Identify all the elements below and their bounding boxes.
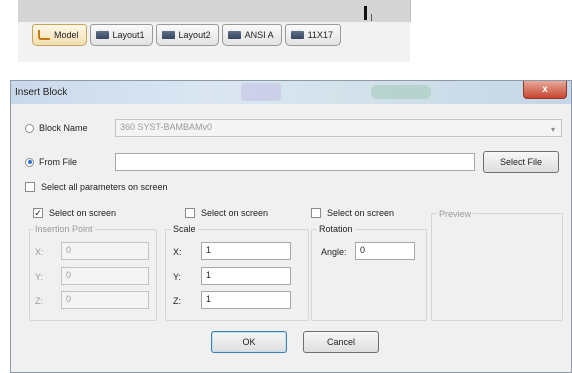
scale-y-label: Y: <box>173 272 182 282</box>
insertion-z-value: 0 <box>66 294 72 304</box>
from-file-option[interactable]: From File <box>25 157 77 167</box>
tab-label: Layout2 <box>178 30 211 40</box>
ok-label: OK <box>242 337 256 347</box>
ok-button[interactable]: OK <box>211 331 287 353</box>
insertion-z-label: Z: <box>35 296 43 306</box>
select-file-label: Select File <box>499 157 543 167</box>
select-all-label: Select all parameters on screen <box>41 182 168 192</box>
insertion-y-value: 0 <box>66 270 72 280</box>
scale-z-label: Z: <box>173 296 181 306</box>
layout-icon <box>161 31 175 39</box>
insertion-x-label: X: <box>35 247 44 257</box>
insertion-select-on-screen[interactable]: ✓ Select on screen <box>33 208 116 218</box>
tab-layout1[interactable]: Layout1 <box>89 24 153 46</box>
select-file-button[interactable]: Select File <box>483 151 559 173</box>
tab-layout2[interactable]: Layout2 <box>155 24 219 46</box>
from-file-label: From File <box>39 157 77 167</box>
insertion-x-value: 0 <box>66 245 72 255</box>
scale-select-on-screen[interactable]: Select on screen <box>185 208 268 218</box>
drawing-canvas-edge <box>18 0 411 22</box>
tab-label: Model <box>54 30 79 40</box>
insertion-point-label: Insertion Point <box>33 224 95 234</box>
insertion-select-label: Select on screen <box>49 208 117 218</box>
title-bar-glass <box>241 83 281 101</box>
block-name-value: 360 SYST-BAMBAMv0 <box>120 122 213 132</box>
dialog-title-bar[interactable]: Insert Block x <box>11 81 571 104</box>
close-icon: x <box>542 84 548 95</box>
select-all-option[interactable]: Select all parameters on screen <box>25 182 168 192</box>
from-file-radio[interactable] <box>25 157 34 167</box>
block-name-label: Block Name <box>39 123 88 133</box>
rotation-label: Rotation <box>317 224 355 234</box>
rotation-select-on-screen[interactable]: Select on screen <box>311 208 394 218</box>
select-all-checkbox[interactable] <box>25 182 35 192</box>
scale-y-input[interactable]: 1 <box>201 267 291 285</box>
rotation-angle-input[interactable]: 0 <box>355 242 415 260</box>
tab-ansi-a[interactable]: ANSI A <box>221 24 282 46</box>
scale-z-value: 1 <box>206 294 212 304</box>
scale-z-input[interactable]: 1 <box>201 291 291 309</box>
scale-x-label: X: <box>173 247 182 257</box>
dialog-title: Insert Block <box>15 87 68 98</box>
block-name-dropdown[interactable]: 360 SYST-BAMBAMv0 ▾ <box>115 119 562 137</box>
tab-label: Layout1 <box>112 30 145 40</box>
scale-x-value: 1 <box>206 245 212 255</box>
model-icon <box>38 30 50 40</box>
cancel-label: Cancel <box>326 337 355 347</box>
rotation-angle-value: 0 <box>360 245 366 255</box>
rotation-angle-label: Angle: <box>321 247 347 257</box>
insertion-z-input[interactable]: 0 <box>61 291 149 309</box>
preview-label: Preview <box>437 209 474 219</box>
layout-tabs: Model Layout1 Layout2 ANSI A 11X17 <box>32 24 341 46</box>
close-button[interactable]: x <box>523 81 567 99</box>
cursor-mark-small <box>371 14 372 21</box>
chevron-down-icon: ▾ <box>550 125 555 134</box>
block-name-option[interactable]: Block Name <box>25 123 88 133</box>
layout-icon <box>290 31 304 39</box>
scale-label: Scale <box>171 224 198 234</box>
preview-group <box>431 213 563 321</box>
insertion-select-checkbox[interactable]: ✓ <box>33 208 43 218</box>
cursor-mark <box>364 6 367 20</box>
layout-icon <box>95 31 109 39</box>
block-name-radio[interactable] <box>25 123 34 133</box>
insertion-y-label: Y: <box>35 272 44 282</box>
layout-icon <box>227 31 241 39</box>
scale-select-checkbox[interactable] <box>185 208 195 218</box>
layout-tab-strip: Model Layout1 Layout2 ANSI A 11X17 <box>18 0 411 62</box>
rotation-select-label: Select on screen <box>327 208 395 218</box>
title-bar-glass <box>371 85 431 99</box>
tab-label: ANSI A <box>244 30 274 40</box>
rotation-select-checkbox[interactable] <box>311 208 321 218</box>
insertion-y-input[interactable]: 0 <box>61 267 149 285</box>
scale-select-label: Select on screen <box>201 208 269 218</box>
tab-label: 11X17 <box>307 30 333 40</box>
insertion-x-input[interactable]: 0 <box>61 242 149 260</box>
insert-block-dialog: Insert Block x Block Name 360 SYST-BAMBA… <box>10 80 572 373</box>
scale-x-input[interactable]: 1 <box>201 242 291 260</box>
cancel-button[interactable]: Cancel <box>303 331 379 353</box>
from-file-path-input[interactable] <box>115 153 475 171</box>
scale-y-value: 1 <box>206 270 212 280</box>
tab-model[interactable]: Model <box>32 24 87 46</box>
tab-11x17[interactable]: 11X17 <box>284 24 341 46</box>
